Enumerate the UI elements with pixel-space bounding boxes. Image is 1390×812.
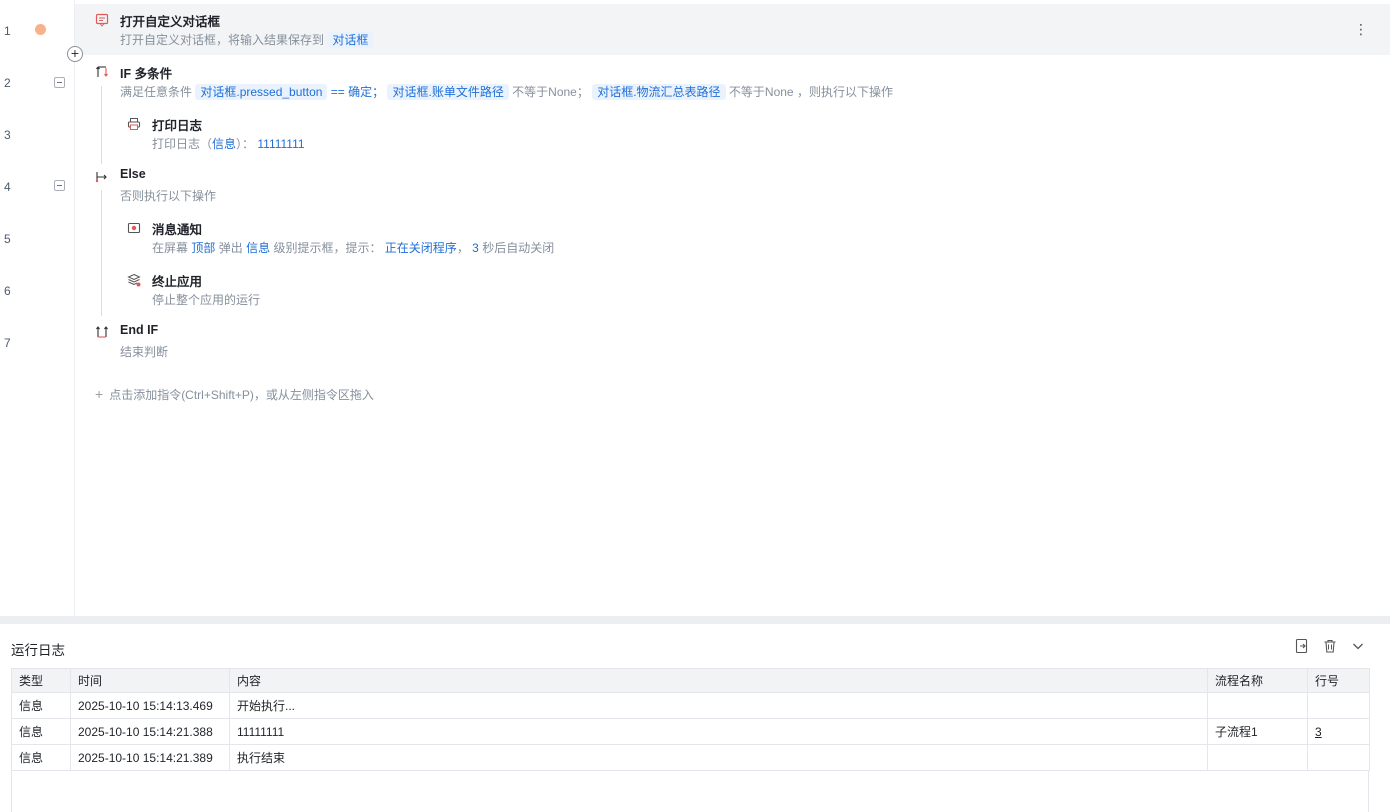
run-log-panel: 运行日志 类型 时间 内容 流程名称 行号 信息 2025-10-10 15:1… [0, 624, 1390, 812]
column-header-line[interactable]: 行号 [1307, 668, 1370, 693]
cell-line [1307, 744, 1370, 771]
desc-text: 弹出 [218, 241, 243, 255]
variable-token[interactable]: 对话框.物流汇总表路径 [592, 84, 726, 100]
cell-type: 信息 [11, 692, 71, 719]
step-title: Else [120, 167, 146, 181]
plus-icon: + [95, 386, 104, 402]
column-header-content[interactable]: 内容 [229, 668, 1208, 693]
cell-time: 2025-10-10 15:14:13.469 [70, 692, 230, 719]
cell-flow: 子流程1 [1207, 718, 1308, 745]
desc-text: 满足任意条件 [120, 85, 193, 99]
cell-time: 2025-10-10 15:14:21.388 [70, 718, 230, 745]
line-gutter: 1 2 3 4 5 6 7 [0, 0, 75, 616]
message-token[interactable]: 正在关闭程序 [385, 241, 457, 255]
log-level-token[interactable]: 信息 [212, 137, 236, 151]
end-if-icon [96, 326, 108, 338]
table-row[interactable]: 信息 2025-10-10 15:14:21.389 执行结束 [11, 744, 1370, 771]
table-header-row: 类型 时间 内容 流程名称 行号 [11, 668, 1370, 693]
line-number: 5 [4, 232, 11, 246]
if-branch-icon [96, 66, 108, 77]
more-options-icon[interactable]: ⋮ [1354, 22, 1368, 36]
add-command-hint[interactable]: + 点击添加指令(Ctrl+Shift+P)，或从左侧指令区拖入 [95, 386, 374, 403]
step-title: IF 多条件 [120, 67, 173, 81]
flow-editor: 1 2 3 4 5 6 7 ⋮ + 打开自定义对话框 打开自定义对话框，将输入结… [0, 0, 1390, 616]
cell-line [1307, 692, 1370, 719]
condition-operator: == 确定； [330, 85, 385, 99]
else-scope-line [101, 190, 102, 316]
desc-text: ）： [236, 137, 255, 151]
cell-flow [1207, 744, 1308, 771]
run-log-title: 运行日志 [11, 643, 65, 658]
line-link[interactable]: 3 [1315, 725, 1322, 739]
table-row[interactable]: 信息 2025-10-10 15:14:21.388 11111111 子流程1… [11, 718, 1370, 745]
step-title: End IF [120, 323, 159, 337]
export-log-icon[interactable] [1294, 638, 1310, 654]
column-header-type[interactable]: 类型 [11, 668, 71, 693]
clear-log-trash-icon[interactable] [1322, 638, 1338, 654]
cell-content: 执行结束 [229, 744, 1208, 771]
add-hint-text: 点击添加指令(Ctrl+Shift+P)，或从左侧指令区拖入 [109, 388, 374, 402]
run-log-table: 类型 时间 内容 流程名称 行号 信息 2025-10-10 15:14:13.… [11, 668, 1370, 771]
column-header-flow[interactable]: 流程名称 [1207, 668, 1308, 693]
collapse-panel-chevron-down-icon[interactable] [1350, 638, 1366, 654]
step-description: 满足任意条件 对话框.pressed_button == 确定； 对话框.账单文… [120, 83, 893, 100]
line-number: 2 [4, 76, 11, 90]
desc-text: ，则执行以下操作 [796, 85, 893, 99]
table-row[interactable]: 信息 2025-10-10 15:14:13.469 开始执行... [11, 692, 1370, 719]
line-number: 1 [4, 24, 11, 38]
desc-text: 级别提示框，提示： [273, 241, 382, 255]
desc-text: 在屏幕 [152, 241, 189, 255]
step-description: 打开自定义对话框，将输入结果保存到 对话框 [120, 31, 374, 48]
variable-token[interactable]: 对话框.pressed_button [195, 84, 328, 100]
collapse-if-button[interactable] [54, 77, 65, 88]
step-title: 打印日志 [152, 119, 203, 133]
panel-splitter[interactable] [0, 616, 1390, 624]
cell-line: 3 [1307, 718, 1370, 745]
cell-type: 信息 [11, 718, 71, 745]
stop-app-icon [127, 273, 141, 287]
step-description: 结束判断 [120, 345, 169, 359]
log-value-token[interactable]: 11111111 [257, 137, 304, 151]
collapse-else-button[interactable] [54, 180, 65, 191]
condition-operator: 不等于None [728, 85, 794, 99]
seconds-token[interactable]: 3 [472, 241, 479, 255]
line-number: 7 [4, 336, 11, 350]
position-token[interactable]: 顶部 [191, 241, 215, 255]
line-number: 3 [4, 128, 11, 142]
variable-token[interactable]: 对话框.账单文件路径 [387, 84, 509, 100]
line-number: 4 [4, 180, 11, 194]
line-number: 6 [4, 284, 11, 298]
desc-text: 秒后自动关闭 [482, 241, 555, 255]
insert-step-plus-icon[interactable]: + [67, 46, 83, 62]
cell-content: 开始执行... [229, 692, 1208, 719]
cell-content: 11111111 [229, 718, 1208, 745]
condition-operator: 不等于None； [512, 85, 589, 99]
step-title: 打开自定义对话框 [120, 15, 221, 29]
table-empty-area [11, 770, 1369, 812]
step-description: 在屏幕 顶部 弹出 信息 级别提示框，提示： 正在关闭程序， 3 秒后自动关闭 [152, 239, 554, 256]
variable-token[interactable]: 对话框 [327, 32, 374, 48]
cell-flow [1207, 692, 1308, 719]
step-description: 停止整个应用的运行 [152, 293, 261, 307]
breakpoint-dot[interactable] [35, 24, 46, 35]
desc-text: 打印日志（ [152, 137, 213, 151]
desc-text: 打开自定义对话框，将输入结果保存到 [120, 33, 325, 47]
desc-text: ， [456, 241, 469, 255]
step-title: 终止应用 [152, 275, 203, 289]
else-branch-icon [95, 172, 107, 183]
printer-icon [127, 118, 141, 130]
if-scope-line [101, 86, 102, 164]
step-title: 消息通知 [152, 223, 203, 237]
column-header-time[interactable]: 时间 [70, 668, 230, 693]
step-description: 否则执行以下操作 [120, 189, 217, 203]
dialog-icon [95, 13, 109, 27]
level-token[interactable]: 信息 [246, 241, 270, 255]
cell-time: 2025-10-10 15:14:21.389 [70, 744, 230, 771]
notification-icon [127, 222, 141, 234]
step-description: 打印日志（信息）： 11111111 [152, 135, 305, 152]
cell-type: 信息 [11, 744, 71, 771]
